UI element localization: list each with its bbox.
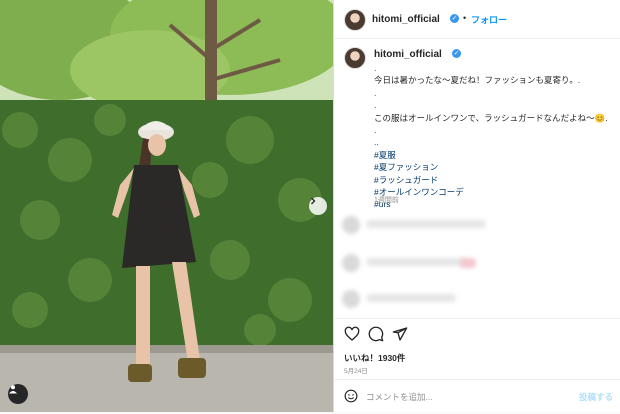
emoji-icon[interactable]	[344, 389, 358, 403]
photo-illustration	[0, 0, 333, 412]
caption-verified-badge-icon: ✓	[452, 49, 461, 58]
comment-input[interactable]	[366, 389, 556, 405]
next-image-icon[interactable]	[309, 197, 327, 215]
caption-avatar[interactable]	[344, 47, 366, 69]
post-header: hitomi_official ✓ • フォロー	[334, 0, 620, 39]
caption-text: . 今日は暑かったな〜夏だね！ファッションも夏寄り。. . . この服はオールイ…	[374, 62, 614, 211]
caption-line: .	[374, 87, 377, 98]
blurred-emoji	[460, 258, 476, 268]
caption-line: この服はオールインワンで、ラッシュガードなんだよね〜😊.	[374, 112, 608, 123]
caption-line: .	[374, 63, 377, 73]
post-comment-button[interactable]: 投稿する	[579, 391, 613, 403]
blurred-comment	[366, 294, 456, 302]
post-side-panel: hitomi_official ✓ • フォロー hitomi_official…	[333, 0, 620, 412]
blurred-comment	[366, 220, 486, 228]
hashtag-link[interactable]: #オールインワンコーデ	[374, 186, 614, 198]
caption-time-ago[interactable]: 1週間前	[374, 195, 399, 205]
separator-dot: •	[463, 13, 467, 23]
hashtag-link[interactable]: #ラッシュガード	[374, 174, 614, 186]
hashtag-link[interactable]: #夏ファッション	[374, 161, 614, 173]
avatar[interactable]	[344, 9, 366, 31]
verified-badge-icon: ✓	[450, 14, 459, 23]
hashtag-link[interactable]: #夏服	[374, 149, 614, 161]
caption-username[interactable]: hitomi_official	[374, 49, 442, 60]
heart-icon[interactable]	[344, 326, 360, 342]
follow-button[interactable]: フォロー	[471, 13, 507, 26]
blurred-comments	[340, 208, 615, 313]
blurred-avatar	[342, 254, 360, 272]
caption-line: .	[374, 125, 377, 136]
caption-line: .	[374, 100, 377, 111]
caption-line: 今日は暑かったな〜夏だね！ファッションも夏寄り。.	[374, 75, 581, 86]
share-icon[interactable]	[392, 326, 408, 342]
blurred-comment	[366, 258, 466, 266]
post-photo[interactable]	[0, 0, 333, 412]
post-actions: いいね！1930件 5月24日 投稿する	[334, 318, 620, 413]
comment-icon[interactable]	[368, 326, 384, 342]
likes-count[interactable]: いいね！1930件	[344, 352, 405, 364]
post-date: 5月24日	[344, 368, 368, 375]
instagram-post: hitomi_official ✓ • フォロー hitomi_official…	[0, 0, 620, 412]
comment-bar: 投稿する	[334, 379, 620, 414]
header-username[interactable]: hitomi_official	[372, 14, 440, 25]
blurred-avatar	[342, 290, 360, 308]
user-tag-icon[interactable]	[8, 384, 28, 404]
blurred-avatar	[342, 216, 360, 234]
caption-line: ..	[374, 137, 379, 148]
